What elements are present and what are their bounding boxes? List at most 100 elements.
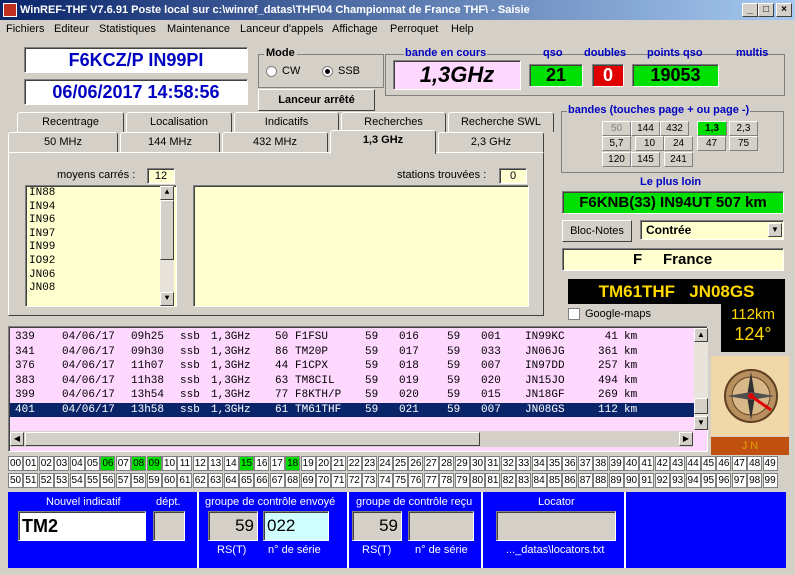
rcvd-serial-input[interactable] — [408, 511, 474, 541]
tab-recentrage[interactable]: Recentrage — [17, 112, 124, 132]
department-cell[interactable]: 66 — [254, 473, 270, 488]
department-cell[interactable]: 97 — [731, 473, 747, 488]
department-cell[interactable]: 59 — [146, 473, 162, 488]
list-item[interactable]: IN88 — [29, 187, 55, 201]
department-cell[interactable]: 85 — [547, 473, 562, 488]
tab-recherche-swl[interactable]: Recherche SWL — [448, 112, 554, 132]
sent-rst-input[interactable]: 59 — [208, 511, 258, 541]
table-row[interactable]: 399 04/06/17 13h54 ssb 1,3GHz 77 F8KTH/P 59 020 5… — [10, 388, 695, 402]
department-cell[interactable]: 18 — [285, 456, 301, 471]
department-cell[interactable]: 89 — [608, 473, 624, 488]
department-cell[interactable]: 26 — [408, 456, 424, 471]
tab-localisation[interactable]: Localisation — [126, 112, 232, 132]
band-24[interactable]: 24 — [664, 136, 693, 151]
close-button[interactable]: × — [776, 3, 792, 17]
list-item[interactable]: IN99 — [29, 241, 55, 255]
department-cell[interactable]: 01 — [23, 456, 39, 471]
band-2-3[interactable]: 2,3 — [729, 121, 758, 136]
department-cell[interactable]: 09 — [146, 456, 162, 471]
log-hscroll-thumb[interactable] — [25, 432, 480, 446]
department-cell[interactable]: 92 — [654, 473, 670, 488]
department-cell[interactable]: 29 — [454, 456, 470, 471]
band-145[interactable]: 145 — [631, 152, 660, 167]
menu-affichage[interactable]: Affichage — [332, 23, 378, 35]
tab-2-3ghz[interactable]: 2,3 GHz — [438, 132, 544, 152]
minimize-button[interactable]: _ — [742, 3, 758, 17]
department-cell[interactable]: 38 — [593, 456, 609, 471]
department-cell[interactable]: 63 — [208, 473, 224, 488]
department-cell[interactable]: 53 — [54, 473, 70, 488]
department-cell[interactable]: 84 — [531, 473, 547, 488]
department-cell[interactable]: 28 — [439, 456, 455, 471]
department-cell[interactable]: 93 — [670, 473, 686, 488]
department-cell[interactable]: 56 — [100, 473, 116, 488]
tab-recherches[interactable]: Recherches — [341, 112, 446, 132]
department-cell[interactable]: 74 — [377, 473, 393, 488]
locator-input[interactable] — [496, 511, 616, 541]
google-maps-checkbox[interactable] — [568, 308, 580, 320]
menu-help[interactable]: Help — [451, 23, 474, 35]
dept-input[interactable] — [153, 511, 185, 541]
scroll-left-icon[interactable]: ◀ — [10, 432, 24, 446]
department-cell[interactable]: 58 — [131, 473, 147, 488]
department-cell[interactable]: 13 — [208, 456, 224, 471]
department-cell[interactable]: 34 — [531, 456, 547, 471]
tab-432mhz[interactable]: 432 MHz — [222, 132, 328, 152]
table-row[interactable]: 376 04/06/17 11h07 ssb 1,3GHz 44 F1CPX 59 018 59 0… — [10, 359, 695, 373]
department-cell[interactable]: 70 — [316, 473, 331, 488]
department-cell[interactable]: 27 — [423, 456, 439, 471]
list-item[interactable]: IO92 — [29, 255, 55, 269]
department-cell[interactable]: 19 — [300, 456, 316, 471]
log-table[interactable]: 339 04/06/17 09h25 ssb 1,3GHz 50 F1FSU 59 016 59 0… — [8, 326, 708, 452]
band-241[interactable]: 241 — [664, 152, 693, 167]
launcher-button[interactable]: Lanceur arrêté — [258, 89, 375, 111]
scroll-right-icon[interactable]: ▶ — [679, 432, 693, 446]
department-cell[interactable]: 03 — [54, 456, 70, 471]
maximize-button[interactable]: □ — [758, 3, 774, 17]
department-cell[interactable]: 69 — [300, 473, 316, 488]
department-cell[interactable]: 96 — [716, 473, 732, 488]
department-cell[interactable]: 79 — [454, 473, 470, 488]
menu-perroquet[interactable]: Perroquet — [390, 23, 438, 35]
chevron-down-icon[interactable]: ▼ — [768, 223, 782, 237]
department-cell[interactable]: 36 — [562, 456, 578, 471]
menu-fichiers[interactable]: Fichiers — [6, 23, 45, 35]
department-cell[interactable]: 43 — [670, 456, 686, 471]
department-cell[interactable]: 88 — [593, 473, 609, 488]
country-select[interactable]: Contrée ▼ — [640, 220, 784, 240]
department-cell[interactable]: 08 — [131, 456, 147, 471]
menu-editeur[interactable]: Editeur — [54, 23, 89, 35]
department-cell[interactable]: 94 — [685, 473, 701, 488]
department-cell[interactable]: 00 — [8, 456, 23, 471]
scroll-up-icon[interactable]: ▲ — [694, 328, 708, 342]
band-5-7[interactable]: 5,7 — [602, 136, 631, 151]
department-cell[interactable]: 31 — [485, 456, 501, 471]
tab-1-3ghz[interactable]: 1,3 GHz — [330, 130, 436, 154]
menu-maintenance[interactable]: Maintenance — [167, 23, 230, 35]
department-cell[interactable]: 15 — [239, 456, 254, 471]
department-cell[interactable]: 25 — [393, 456, 408, 471]
sent-serial-input[interactable]: 022 — [263, 511, 329, 541]
band-1-3[interactable]: 1,3 — [697, 121, 727, 136]
department-cell[interactable]: 73 — [362, 473, 378, 488]
department-cell[interactable]: 62 — [192, 473, 208, 488]
department-cell[interactable]: 20 — [316, 456, 331, 471]
log-vscrollbar[interactable]: ▲ ▼ — [694, 328, 708, 430]
department-cell[interactable]: 14 — [223, 456, 239, 471]
department-cell[interactable]: 35 — [547, 456, 562, 471]
department-cell[interactable]: 04 — [69, 456, 85, 471]
department-cell[interactable]: 76 — [408, 473, 424, 488]
department-cell[interactable]: 46 — [716, 456, 732, 471]
department-cell[interactable]: 10 — [162, 456, 177, 471]
squares-scrollbar[interactable]: ▲ ▼ — [160, 186, 174, 306]
department-cell[interactable]: 06 — [100, 456, 116, 471]
department-cell[interactable]: 39 — [608, 456, 624, 471]
department-cell[interactable]: 98 — [747, 473, 763, 488]
log-vscroll-thumb[interactable] — [694, 398, 708, 414]
tab-144mhz[interactable]: 144 MHz — [120, 132, 220, 152]
department-cell[interactable]: 82 — [500, 473, 516, 488]
menu-statistiques[interactable]: Statistiques — [99, 23, 156, 35]
new-call-input[interactable]: TM2 — [18, 511, 146, 541]
scroll-thumb[interactable] — [160, 200, 174, 260]
department-cell[interactable]: 95 — [701, 473, 716, 488]
